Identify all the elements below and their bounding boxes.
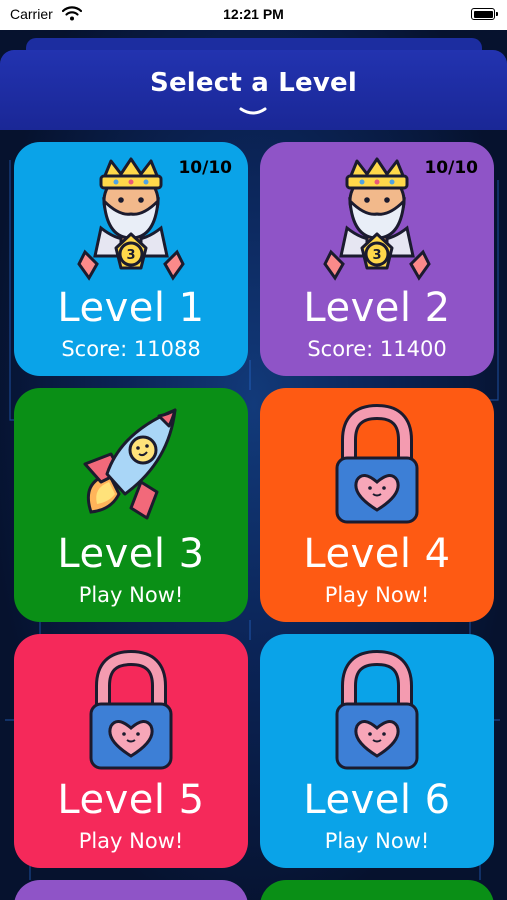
level-card-2[interactable]: 3 10/10 Level 2 Score: 11400 [260, 142, 494, 376]
level-label: Level 6 [303, 777, 451, 823]
king-trophy-icon: 3 [323, 157, 431, 281]
level-label: Level 4 [303, 531, 451, 577]
level-label: Level 5 [57, 777, 205, 823]
level-card-7-peek[interactable] [14, 880, 248, 900]
level-card-8-peek[interactable] [260, 880, 494, 900]
level-card-5[interactable]: Level 5 Play Now! [14, 634, 248, 868]
lock-icon [335, 403, 419, 524]
medal-number: 3 [372, 248, 381, 263]
stars-badge: 10/10 [178, 158, 232, 178]
level-label: Level 2 [303, 285, 451, 331]
king-trophy-icon: 3 [77, 157, 185, 281]
level-card-1[interactable]: 3 10/10 Level 1 Score: 11088 [14, 142, 248, 376]
stars-badge: 10/10 [424, 158, 478, 178]
play-now-label: Play Now! [324, 583, 430, 607]
rocket-icon [83, 408, 177, 520]
medal-number: 3 [126, 248, 135, 263]
play-now-label: Play Now! [78, 583, 184, 607]
level-card-6[interactable]: Level 6 Play Now! [260, 634, 494, 868]
level-label: Level 3 [57, 531, 205, 577]
level-grid: 3 10/10 Level 1 Score: 11088 3 10/10 Lev… [0, 0, 507, 900]
play-now-label: Play Now! [324, 829, 430, 853]
lock-icon [89, 649, 173, 770]
level-card-4[interactable]: Level 4 Play Now! [260, 388, 494, 622]
level-score: Score: 11088 [61, 337, 201, 361]
level-card-3[interactable]: Level 3 Play Now! [14, 388, 248, 622]
level-label: Level 1 [57, 285, 205, 331]
level-score: Score: 11400 [307, 337, 447, 361]
lock-icon [335, 649, 419, 770]
play-now-label: Play Now! [78, 829, 184, 853]
